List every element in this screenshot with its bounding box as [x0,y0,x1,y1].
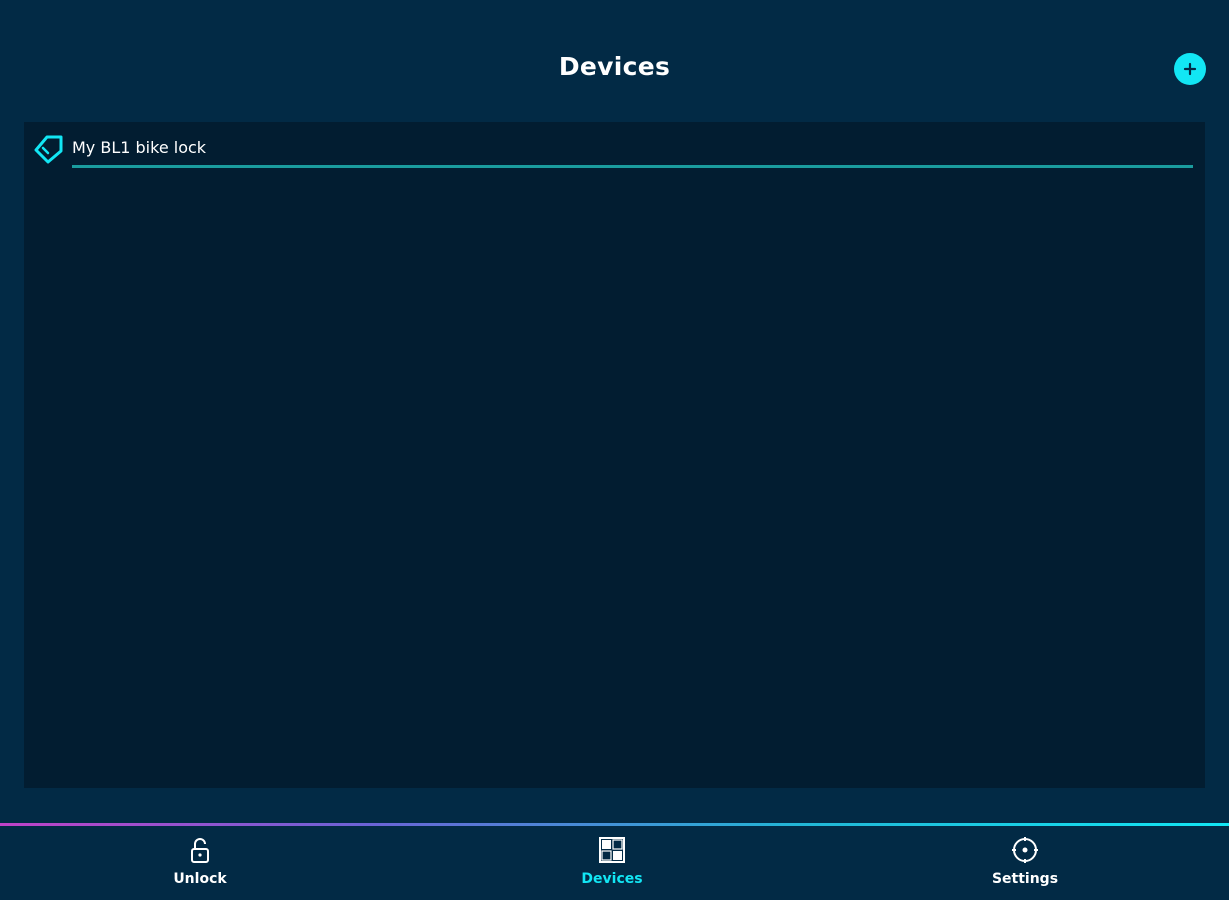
tab-unlock[interactable]: Unlock [100,826,300,900]
device-list: My BL1 bike lock [24,122,1205,788]
tag-icon [34,135,63,164]
tab-devices[interactable]: Devices [512,826,712,900]
add-device-button[interactable] [1174,53,1206,85]
tab-bar: Unlock Devices Settings [0,826,1229,900]
tab-settings-label: Settings [991,871,1059,887]
devices-grid-icon [599,837,625,863]
plus-icon [1183,62,1197,76]
app-root: Devices My BL1 bike lock Unlock Devices … [0,0,1229,900]
tab-devices-label: Devices [581,871,643,887]
page-title: Devices [558,52,671,81]
device-underline [72,165,1193,168]
device-name: My BL1 bike lock [72,138,207,157]
tab-settings[interactable]: Settings [925,826,1125,900]
lock-open-icon [191,838,209,863]
tab-unlock-label: Unlock [173,871,227,887]
header: Devices [0,0,1229,120]
settings-icon [1012,837,1038,863]
list-item-device[interactable]: My BL1 bike lock [34,132,1194,168]
